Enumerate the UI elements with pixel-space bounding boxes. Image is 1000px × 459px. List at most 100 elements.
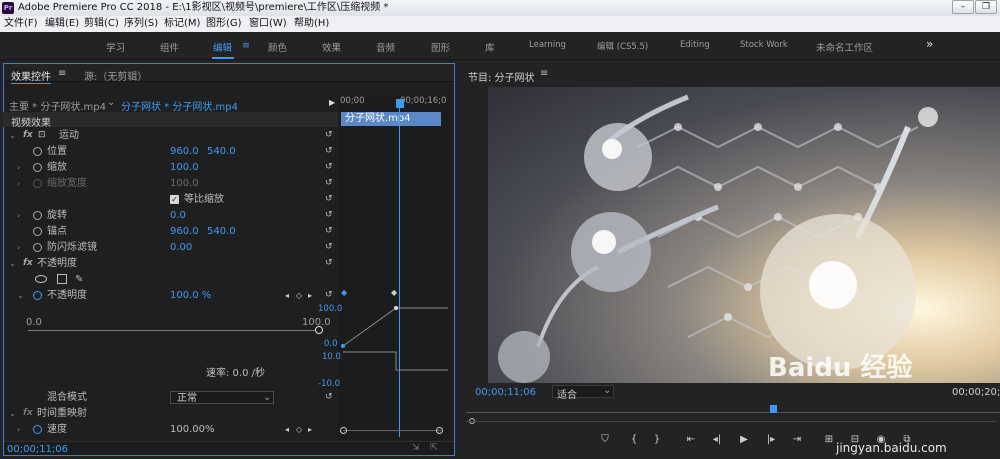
keyframe-icon[interactable]: ◆ bbox=[341, 288, 347, 297]
timeline-zoom-bar[interactable] bbox=[343, 430, 441, 431]
opacity-slider-track[interactable] bbox=[28, 330, 318, 331]
fx-icon[interactable]: fx bbox=[23, 256, 33, 271]
collapse-opacity-icon[interactable]: ⌄ bbox=[9, 256, 16, 271]
panel-menu-icon[interactable]: ≡ bbox=[540, 68, 548, 79]
reset-blend-icon[interactable]: ↺ bbox=[325, 392, 335, 402]
menu-file[interactable]: 文件(F) bbox=[4, 16, 38, 32]
chevron-down-icon[interactable]: ⌄ bbox=[107, 97, 115, 108]
reset-scale-icon[interactable]: ↺ bbox=[325, 162, 335, 172]
menu-edit[interactable]: 编辑(E) bbox=[45, 16, 79, 32]
add-keyframe-icon[interactable]: ◇ bbox=[296, 422, 302, 437]
workspace-tab-graphics[interactable]: 图形 bbox=[431, 40, 450, 54]
restore-button[interactable]: ❐ bbox=[975, 0, 997, 14]
menu-help[interactable]: 帮助(H) bbox=[294, 16, 329, 32]
pen-mask-icon[interactable]: ✎ bbox=[75, 272, 83, 287]
transform-icon[interactable]: ⊡ bbox=[38, 128, 46, 143]
rotation-value[interactable]: 0.0 bbox=[170, 208, 186, 223]
blend-mode-dropdown[interactable]: 正常 ⌄ bbox=[170, 391, 274, 404]
motion-row[interactable]: ⌄ fx ⊡ 运动 ↺ bbox=[3, 128, 340, 143]
effect-controls-timeline[interactable]: 00;00 00;00;16;0 分子网状.mp4 ◆ ◆ bbox=[338, 95, 448, 440]
expand-speed-icon[interactable]: › bbox=[17, 422, 20, 437]
reset-antiflicker-icon[interactable]: ↺ bbox=[325, 242, 335, 252]
stopwatch-active-icon[interactable] bbox=[33, 291, 42, 300]
program-zoom-bar[interactable] bbox=[466, 421, 996, 422]
prev-keyframe-icon[interactable]: ◂ bbox=[285, 288, 289, 303]
opacity-slider-handle[interactable] bbox=[315, 326, 323, 334]
stopwatch-icon[interactable] bbox=[33, 163, 42, 172]
reset-uniform-scale-icon[interactable]: ↺ bbox=[325, 194, 335, 204]
workspace-tab-learn[interactable]: 学习 bbox=[106, 40, 125, 54]
speed-value[interactable]: 100.00% bbox=[170, 422, 215, 437]
step-forward-icon[interactable]: |▸ bbox=[764, 434, 778, 445]
opacity-section-row[interactable]: ⌄ fx 不透明度 ↺ bbox=[3, 256, 340, 271]
minimize-button[interactable]: – bbox=[952, 0, 974, 14]
menu-graphics[interactable]: 图形(G) bbox=[206, 16, 242, 32]
panel-menu-icon[interactable]: ≡ bbox=[58, 68, 66, 79]
workspace-overflow-icon[interactable]: » bbox=[926, 37, 933, 51]
clip-bar[interactable]: 分子网状.mp4 bbox=[341, 112, 441, 126]
reset-position-icon[interactable]: ↺ bbox=[325, 146, 335, 156]
workspace-tab-editing[interactable]: 编辑 bbox=[213, 40, 232, 54]
reset-anchor-icon[interactable]: ↺ bbox=[325, 226, 335, 236]
program-monitor-title[interactable]: 节目: 分子网状 bbox=[468, 69, 535, 84]
step-back-icon[interactable]: ◂| bbox=[710, 434, 724, 445]
workspace-menu-icon[interactable]: ≡ bbox=[242, 40, 250, 51]
workspace-tab-assembly[interactable]: 组件 bbox=[160, 40, 179, 54]
collapse-motion-icon[interactable]: ⌄ bbox=[9, 128, 16, 143]
stopwatch-active-icon[interactable] bbox=[33, 425, 42, 434]
position-x-value[interactable]: 960.0 bbox=[170, 144, 199, 159]
reset-opacity-icon[interactable]: ↺ bbox=[325, 290, 335, 300]
fx-icon[interactable]: fx bbox=[23, 128, 33, 143]
stopwatch-icon[interactable] bbox=[33, 147, 42, 156]
antiflicker-value[interactable]: 0.00 bbox=[170, 240, 192, 255]
position-y-value[interactable]: 540.0 bbox=[207, 144, 236, 159]
anchor-y-value[interactable]: 540.0 bbox=[207, 224, 236, 239]
go-to-out-icon[interactable]: ⇥ bbox=[790, 434, 804, 445]
tab-source[interactable]: 源:（无剪辑） bbox=[84, 68, 147, 83]
reset-scale-width-icon[interactable]: ↺ bbox=[325, 178, 335, 188]
add-keyframe-icon[interactable]: ◇ bbox=[296, 288, 302, 303]
time-remap-row[interactable]: ⌄ fx 时间重映射 bbox=[3, 406, 340, 421]
opacity-value[interactable]: 100.0 % bbox=[170, 288, 211, 303]
export-frame-icon[interactable]: ◉ bbox=[874, 434, 888, 445]
expand-rotation-icon[interactable]: › bbox=[17, 208, 20, 223]
menu-window[interactable]: 窗口(W) bbox=[249, 16, 287, 32]
zoom-handle-left[interactable] bbox=[340, 427, 347, 434]
workspace-tab-audio[interactable]: 音频 bbox=[376, 40, 395, 54]
mark-in-icon[interactable]: { bbox=[627, 434, 641, 445]
overwrite-icon[interactable]: ⊟ bbox=[848, 434, 862, 445]
stopwatch-icon[interactable] bbox=[33, 243, 42, 252]
comparison-view-icon[interactable]: ⧉ bbox=[900, 434, 914, 445]
zoom-handle-right[interactable] bbox=[436, 427, 443, 434]
reset-motion-icon[interactable]: ↺ bbox=[325, 130, 335, 140]
menu-marker[interactable]: 标记(M) bbox=[164, 16, 200, 32]
play-icon[interactable]: ▶ bbox=[737, 434, 751, 445]
menu-sequence[interactable]: 序列(S) bbox=[124, 16, 158, 32]
program-timecode[interactable]: 00;00;11;06 bbox=[475, 387, 536, 398]
anchor-x-value[interactable]: 960.0 bbox=[170, 224, 199, 239]
insert-icon[interactable]: ⊞ bbox=[822, 434, 836, 445]
playhead-handle[interactable] bbox=[396, 99, 404, 108]
program-playhead[interactable] bbox=[770, 405, 777, 413]
ellipse-mask-icon[interactable] bbox=[35, 275, 47, 283]
collapse-time-remap-icon[interactable]: ⌄ bbox=[9, 406, 16, 421]
next-keyframe-icon[interactable]: ▸ bbox=[308, 422, 312, 437]
sequence-clip-label[interactable]: 分子网状 * 分子网状.mp4 bbox=[121, 98, 238, 113]
play-clip-icon[interactable]: ▶ bbox=[329, 98, 335, 107]
workspace-tab-editing-cs55[interactable]: 编辑 (CS5.5) bbox=[597, 40, 648, 52]
workspace-tab-unnamed[interactable]: 未命名工作区 bbox=[816, 40, 873, 54]
next-keyframe-icon[interactable]: ▸ bbox=[308, 288, 312, 303]
workspace-tab-libraries[interactable]: 库 bbox=[485, 40, 495, 54]
expand-scale-icon[interactable]: › bbox=[17, 160, 20, 175]
collapse-opacity-value-icon[interactable]: ⌄ bbox=[17, 288, 24, 303]
effect-panel-timecode[interactable]: 00;00;11;06 bbox=[7, 444, 68, 455]
uniform-scale-checkbox[interactable]: ✓ bbox=[170, 195, 179, 204]
opacity-graph[interactable] bbox=[338, 300, 448, 395]
scale-value[interactable]: 100.0 bbox=[170, 160, 199, 175]
keyframe-icon[interactable]: ◆ bbox=[391, 288, 397, 297]
go-to-in-icon[interactable]: ⇤ bbox=[684, 434, 698, 445]
stopwatch-icon[interactable] bbox=[33, 227, 42, 236]
tab-effect-controls[interactable]: 效果控件 bbox=[11, 68, 51, 84]
expand-antiflicker-icon[interactable]: › bbox=[17, 240, 20, 255]
workspace-tab-learning[interactable]: Learning bbox=[529, 40, 566, 50]
